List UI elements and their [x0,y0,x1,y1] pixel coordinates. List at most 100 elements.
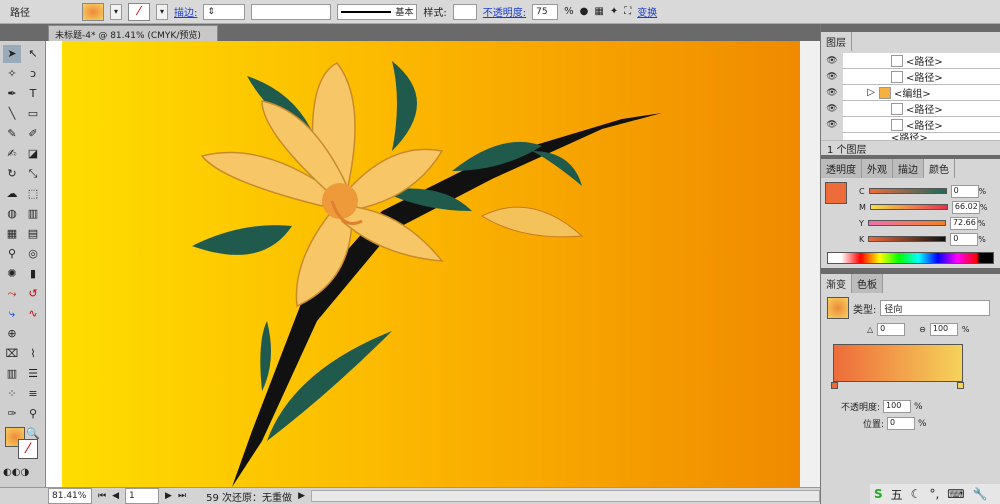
ime-logo-icon[interactable]: S [874,487,883,501]
graph-icon[interactable]: ▮ [24,265,42,283]
column-graph-icon[interactable]: ▥ [3,365,21,383]
status-menu-arrow[interactable]: ▶ [298,491,305,501]
wrench-icon[interactable]: 🔧 [973,487,988,501]
cyan-value[interactable]: 0 [950,184,979,198]
tab-layers[interactable]: 图层 [821,32,852,51]
rotate-icon[interactable]: ↻ [3,165,21,183]
reshape-icon[interactable]: ↺ [24,285,42,303]
blend-icon[interactable]: ◎ [24,245,42,263]
black-value[interactable]: 0 [950,232,979,246]
screen-mode-icons[interactable]: ◐◐◑ [3,467,29,478]
eye-icon[interactable]: 👁 [821,116,843,133]
tab-color[interactable]: 颜色 [924,159,955,178]
stroke-color-box[interactable]: ⁄ [18,439,38,459]
measure-icon[interactable]: ⚲ [24,405,42,423]
chart-icon[interactable]: ☰ [24,365,42,383]
transform-link[interactable]: 变换 [637,4,657,19]
document-tab[interactable]: 未标题-4* @ 81.41% (CMYK/预览) × [48,25,218,51]
eye-icon[interactable]: 👁 [821,52,843,69]
scatter-icon[interactable]: ⁘ [3,385,21,403]
horizontal-scrollbar[interactable] [310,490,820,502]
pencil-icon[interactable]: ✐ [24,125,42,143]
layer-row[interactable]: 👁 <路径> [821,100,1000,117]
lasso-icon[interactable]: ↄ [24,65,42,83]
prev-artboard-button[interactable]: ◀ [112,491,119,501]
gradient-slider[interactable] [833,344,963,382]
color-spectrum[interactable] [827,252,994,264]
shape-builder-icon[interactable]: ◍ [3,205,21,223]
fill-color-swatch[interactable] [825,182,847,204]
expand-arrow-icon[interactable]: ▷ [843,87,879,98]
rectangle-icon[interactable]: ▭ [24,105,42,123]
gradient-stop-end[interactable] [957,382,964,389]
yellow-value[interactable]: 72.66 [949,216,978,230]
stroke-swatch[interactable]: ⁄ [128,2,150,21]
stroke-dropdown[interactable]: ▾ [156,3,168,20]
canvas[interactable] [46,41,820,487]
globe-icon[interactable]: ⊕ [3,325,21,343]
opacity-input[interactable]: 75 [532,3,559,20]
layer-row[interactable]: 👁 <路径> [821,68,1000,85]
variable-width-dropdown[interactable] [251,3,332,20]
style-dropdown[interactable] [452,3,477,20]
eye-icon[interactable]: 👁 [821,68,843,85]
tab-swatches[interactable]: 色板 [852,274,883,293]
stop-opacity-input[interactable]: 100 [883,400,912,413]
wave-icon[interactable]: ∿ [24,305,42,323]
eyedropper-icon[interactable]: ⚲ [3,245,21,263]
fill-dropdown[interactable]: ▾ [110,3,122,20]
isolate-icon[interactable]: ✦ [610,6,618,17]
aspect-input[interactable]: 100 [929,323,958,336]
list-icon[interactable]: ≡ [24,385,42,403]
tab-appearance[interactable]: 外观 [862,159,893,178]
cyan-slider[interactable]: C 0% [859,184,988,198]
stroke-link[interactable]: 描边: [174,4,197,19]
tab-transparency[interactable]: 透明度 [821,159,862,178]
layer-row[interactable]: 👁 <路径> [821,116,1000,133]
opacity-link[interactable]: 不透明度: [483,4,526,19]
fill-swatch[interactable] [82,2,104,21]
paintbrush-icon[interactable]: ✎ [3,125,21,143]
stroke-profile-dropdown[interactable]: 基本 [337,3,418,20]
artboard-select[interactable]: 1 [125,488,160,504]
gradient-preview-swatch[interactable] [827,297,849,319]
eye-icon[interactable]: 👁 [821,100,843,117]
gradient-type-select[interactable]: 径向 [880,300,991,316]
magenta-value[interactable]: 66.02 [951,200,980,214]
keyboard-icon[interactable]: ⌨ [947,487,964,501]
type-icon[interactable]: T [24,85,42,103]
first-artboard-button[interactable]: ⏮ [98,491,106,501]
selection-tool-icon[interactable]: ➤ [3,45,21,63]
magic-wand-icon[interactable]: ✧ [3,65,21,83]
width-tool-icon[interactable]: ⤳ [3,285,21,303]
warp-icon[interactable]: ☁ [3,185,21,203]
layer-row[interactable]: <路径> [821,133,1000,141]
direct-selection-icon[interactable]: ↖ [24,45,42,63]
blob-icon[interactable]: ⤷ [3,305,21,323]
punctuation-icon[interactable]: °, [929,487,939,501]
blob-brush-icon[interactable]: ✍ [3,145,21,163]
stop-location-input[interactable]: 0 [887,417,916,430]
gradient-stop-start[interactable] [831,382,838,389]
stroke-weight-input[interactable]: ⇕ [203,3,246,20]
pen-icon[interactable]: ✒ [3,85,21,103]
next-artboard-button[interactable]: ▶ [165,491,172,501]
eraser-icon[interactable]: ◪ [24,145,42,163]
eyedropper-2-icon[interactable]: ✑ [3,405,21,423]
layer-row[interactable]: 👁 <路径> [821,52,1000,69]
scale-icon[interactable]: ⤡ [24,165,42,183]
align-icon[interactable]: ▦ [594,6,603,17]
black-slider[interactable]: K 0% [859,232,988,246]
artboard[interactable] [62,41,800,487]
eye-icon[interactable]: 👁 [821,84,843,101]
layer-row[interactable]: 👁 ▷ <编组> [821,84,1000,101]
yellow-slider[interactable]: Y 72.66% [859,216,988,230]
symbol-sprayer-icon[interactable]: ✺ [3,265,21,283]
recolor-icon[interactable]: ● [580,6,589,17]
artboard-icon[interactable]: ⌧ [3,345,21,363]
fullscreen-icon[interactable]: ⛶ [624,6,631,17]
free-transform-icon[interactable]: ⬚ [24,185,42,203]
ime-mode[interactable]: 五 [891,486,903,503]
moon-icon[interactable]: ☾ [911,487,922,501]
magenta-slider[interactable]: M 66.02% [859,200,988,214]
